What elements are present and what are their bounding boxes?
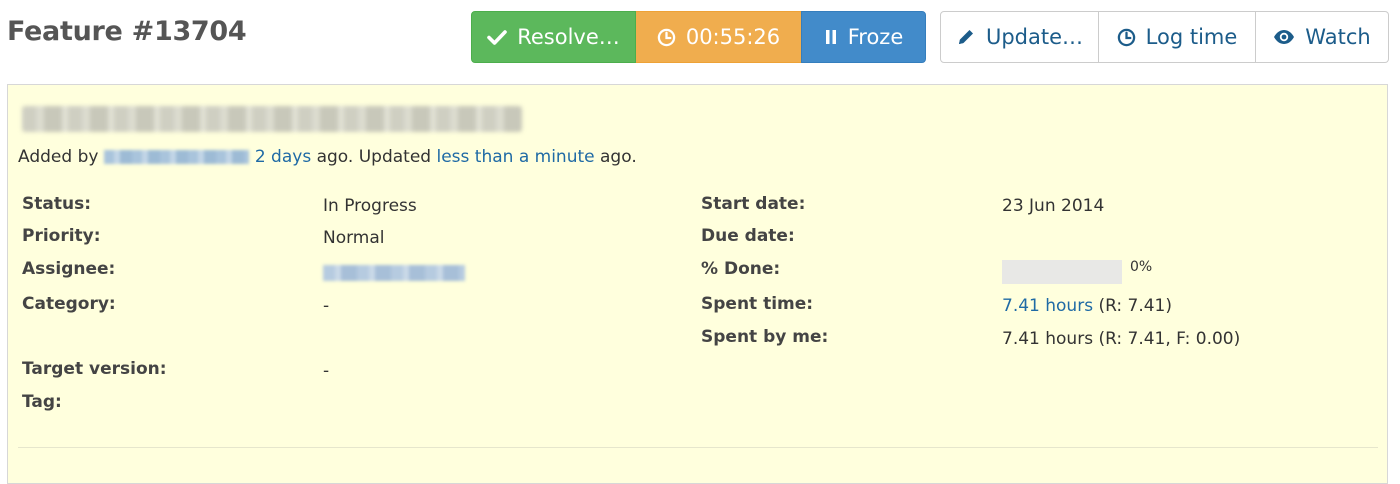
secondary-action-group: Update… Log time Watch bbox=[940, 11, 1389, 63]
watch-button[interactable]: Watch bbox=[1256, 11, 1389, 63]
spent-by-me-value: 7.41 hours (R: 7.41, F: 0.00) bbox=[1002, 329, 1241, 349]
eye-icon bbox=[1273, 29, 1295, 45]
status-label: Status: bbox=[22, 194, 91, 214]
section-divider bbox=[18, 447, 1378, 448]
clock-icon bbox=[1117, 28, 1136, 47]
updated-ago-link[interactable]: less than a minute bbox=[436, 147, 594, 167]
author-link-redacted[interactable] bbox=[103, 150, 249, 164]
spent-time-extra: (R: 7.41) bbox=[1098, 296, 1173, 316]
issue-author-line: Added by 2 days ago. Updated less than a… bbox=[18, 147, 637, 167]
issue-details: Added by 2 days ago. Updated less than a… bbox=[7, 84, 1388, 484]
tag-label: Tag: bbox=[22, 392, 62, 412]
priority-value: Normal bbox=[323, 228, 385, 248]
start-date-label: Start date: bbox=[701, 194, 806, 214]
froze-button[interactable]: Froze bbox=[801, 11, 926, 63]
update-label: Update… bbox=[985, 25, 1084, 49]
pause-icon bbox=[824, 29, 838, 45]
target-version-label: Target version: bbox=[22, 359, 167, 379]
watch-label: Watch bbox=[1305, 25, 1371, 49]
category-value: - bbox=[323, 296, 330, 316]
clock-icon bbox=[657, 28, 676, 47]
spent-time-label: Spent time: bbox=[701, 294, 814, 314]
spent-time-link[interactable]: 7.41 hours bbox=[1002, 296, 1093, 316]
start-date-value: 23 Jun 2014 bbox=[1002, 196, 1105, 216]
primary-action-group: Resolve… 00:55:26 Froze bbox=[471, 11, 926, 63]
log-time-button[interactable]: Log time bbox=[1099, 11, 1256, 63]
check-icon bbox=[487, 29, 508, 45]
done-progress-bar bbox=[1002, 260, 1122, 284]
issue-subject-redacted bbox=[22, 106, 522, 132]
log-time-label: Log time bbox=[1145, 25, 1238, 49]
status-value: In Progress bbox=[323, 196, 417, 216]
done-ratio-text: 0% bbox=[1130, 259, 1153, 275]
page-title: Feature #13704 bbox=[7, 16, 247, 47]
froze-label: Froze bbox=[847, 25, 904, 49]
priority-label: Priority: bbox=[22, 226, 101, 246]
due-date-label: Due date: bbox=[701, 226, 795, 246]
assignee-label: Assignee: bbox=[22, 259, 116, 279]
ago-updated-text: ago. Updated bbox=[316, 147, 432, 167]
resolve-button[interactable]: Resolve… bbox=[471, 11, 636, 63]
assignee-link-redacted[interactable] bbox=[323, 265, 465, 281]
timer-button[interactable]: 00:55:26 bbox=[636, 11, 801, 63]
resolve-label: Resolve… bbox=[517, 25, 620, 49]
done-ratio-label: % Done: bbox=[701, 259, 781, 279]
category-label: Category: bbox=[22, 294, 116, 314]
target-version-value: - bbox=[323, 361, 330, 381]
update-button[interactable]: Update… bbox=[940, 11, 1099, 63]
pencil-icon bbox=[956, 27, 976, 47]
added-by-prefix: Added by bbox=[18, 147, 99, 167]
spent-time-value: 7.41 hours (R: 7.41) bbox=[1002, 296, 1172, 316]
timer-label: 00:55:26 bbox=[685, 25, 781, 49]
ago-end-text: ago. bbox=[600, 147, 637, 167]
created-ago-link[interactable]: 2 days bbox=[255, 147, 311, 167]
spent-by-me-label: Spent by me: bbox=[701, 327, 829, 347]
